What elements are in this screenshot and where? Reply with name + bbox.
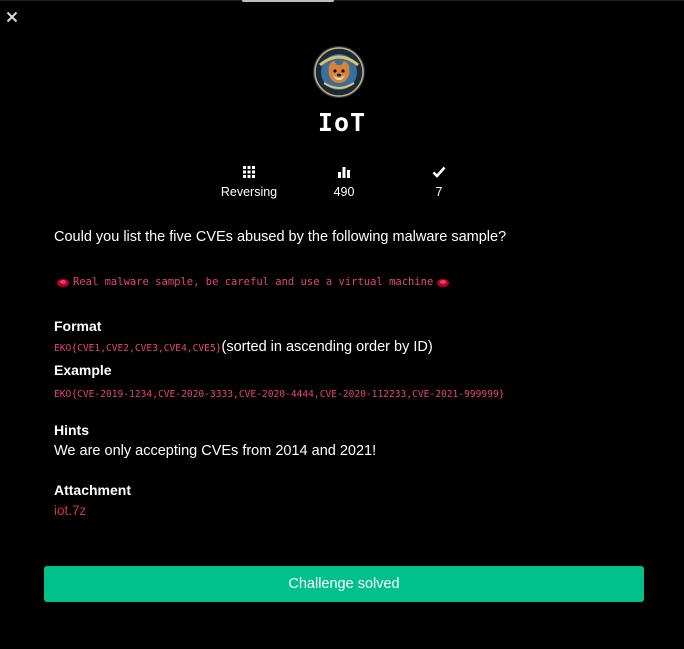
check-icon bbox=[432, 166, 446, 178]
format-note: (sorted in ascending order by ID) bbox=[221, 339, 433, 355]
challenge-stats: Reversing 490 7 bbox=[0, 165, 684, 205]
format-code: EKO{CVE1,CVE2,CVE3,CVE4,CVE5} bbox=[54, 343, 222, 354]
challenge-modal: IoT Reversing 490 7 Could you list the f… bbox=[0, 0, 684, 649]
hint-text: We are only accepting CVEs from 2014 and… bbox=[54, 443, 377, 459]
malware-warning: Real malware sample, be careful and use … bbox=[56, 276, 450, 288]
format-heading: Format bbox=[54, 318, 102, 334]
bar-chart-icon bbox=[338, 167, 350, 178]
modal-top-border bbox=[0, 0, 684, 1]
challenge-description: Could you list the five CVEs abused by t… bbox=[54, 229, 507, 245]
close-icon bbox=[6, 11, 18, 23]
alarm-light-icon bbox=[437, 279, 450, 287]
example-code: EKO{CVE-2019-1234,CVE-2020-3333,CVE-2020… bbox=[54, 389, 505, 400]
example-line: EKO{CVE-2019-1234,CVE-2020-3333,CVE-2020… bbox=[54, 385, 505, 401]
stat-category-value: Reversing bbox=[220, 185, 278, 199]
stat-solves: 7 bbox=[394, 165, 484, 199]
close-button[interactable] bbox=[4, 9, 20, 25]
stat-points: 490 bbox=[299, 165, 389, 199]
attachment-link[interactable]: iot.7z bbox=[54, 503, 86, 518]
challenge-title: IoT bbox=[317, 108, 367, 137]
event-logo-icon bbox=[313, 46, 365, 98]
attachment-heading: Attachment bbox=[54, 482, 132, 498]
challenge-solved-button[interactable]: Challenge solved bbox=[44, 566, 644, 602]
format-line: EKO{CVE1,CVE2,CVE3,CVE4,CVE5}(sorted in … bbox=[54, 339, 433, 355]
example-heading: Example bbox=[54, 362, 112, 378]
drag-handle[interactable] bbox=[242, 0, 334, 2]
alarm-light-icon bbox=[57, 279, 69, 287]
stat-points-value: 490 bbox=[333, 185, 355, 199]
hints-heading: Hints bbox=[54, 422, 89, 438]
grid-icon bbox=[243, 166, 255, 178]
stat-category: Reversing bbox=[204, 165, 294, 199]
warning-text: Real malware sample, be careful and use … bbox=[73, 276, 434, 288]
stat-solves-value: 7 bbox=[435, 185, 443, 199]
